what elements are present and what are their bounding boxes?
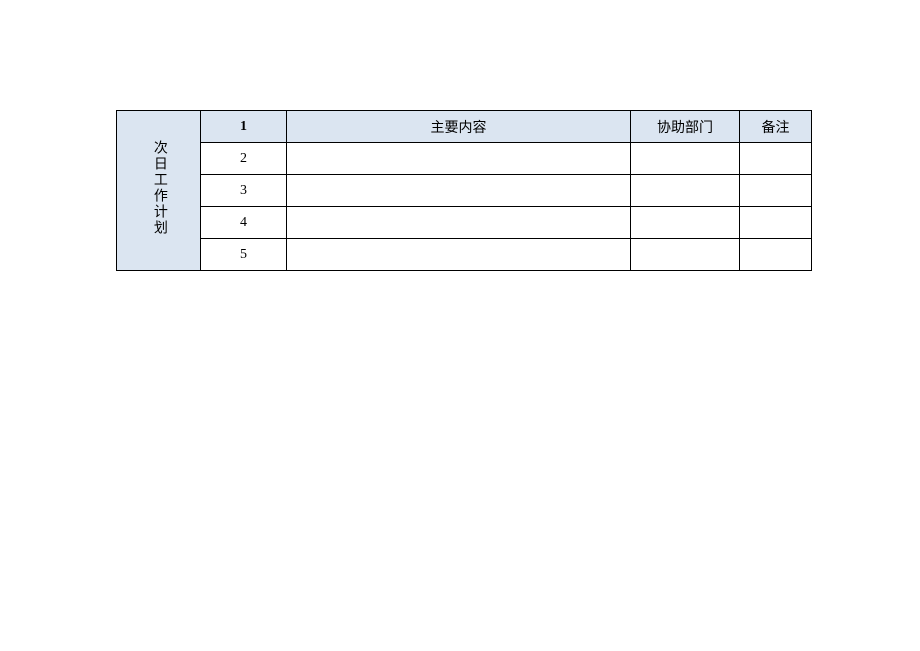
row-dept	[631, 207, 740, 239]
table-row: 3	[117, 175, 812, 207]
row-num: 5	[201, 239, 287, 271]
row-content	[287, 175, 631, 207]
plan-table-wrapper: 次日工作计划 1 主要内容 协助部门 备注 2 3 4 5	[116, 110, 812, 271]
header-dept: 协助部门	[631, 111, 740, 143]
row-content	[287, 207, 631, 239]
plan-table: 次日工作计划 1 主要内容 协助部门 备注 2 3 4 5	[116, 110, 812, 271]
row-num: 4	[201, 207, 287, 239]
row-remark	[740, 207, 812, 239]
header-content: 主要内容	[287, 111, 631, 143]
header-remark: 备注	[740, 111, 812, 143]
row-num: 2	[201, 143, 287, 175]
table-header-row: 次日工作计划 1 主要内容 协助部门 备注	[117, 111, 812, 143]
row-dept	[631, 175, 740, 207]
row-dept	[631, 239, 740, 271]
side-label: 次日工作计划	[150, 140, 167, 236]
header-num: 1	[201, 111, 287, 143]
table-row: 5	[117, 239, 812, 271]
row-content	[287, 143, 631, 175]
side-label-cell: 次日工作计划	[117, 111, 201, 271]
row-content	[287, 239, 631, 271]
row-num: 3	[201, 175, 287, 207]
row-remark	[740, 175, 812, 207]
row-dept	[631, 143, 740, 175]
table-row: 2	[117, 143, 812, 175]
row-remark	[740, 239, 812, 271]
row-remark	[740, 143, 812, 175]
table-row: 4	[117, 207, 812, 239]
